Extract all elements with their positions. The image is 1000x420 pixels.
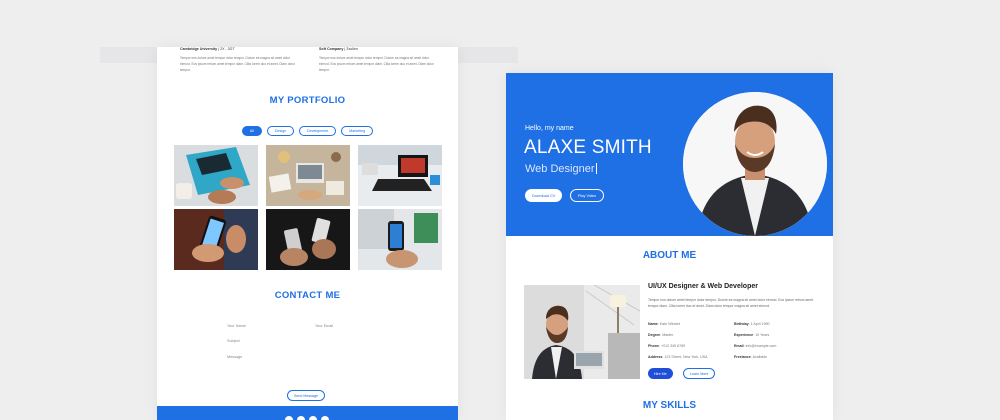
experience-item: Cambridge University | 2X - 3GT Tempor e… (180, 47, 300, 73)
portfolio-page-preview: Cambridge University | 2X - 3GT Tempor e… (157, 47, 458, 420)
hero-section: Hello, my name ALAXE SMITH Web Designer … (506, 73, 833, 236)
info-birthday: Birthday: 1 April 1990 (734, 322, 770, 326)
name-input[interactable]: Your Name (227, 324, 246, 328)
portfolio-title: MY PORTFOLIO (269, 95, 346, 106)
experience-dates: Zsollen (346, 47, 358, 51)
skills-title: MY SKILLS (642, 400, 697, 411)
hire-me-button[interactable]: Hire Me (648, 368, 673, 379)
footer-bar (157, 406, 458, 420)
portfolio-item[interactable] (174, 145, 258, 206)
play-video-button[interactable]: Play Video (570, 189, 605, 202)
hero-greeting: Hello, my name (525, 125, 574, 132)
experience-text: Tempor eos dolore amet tempor dolor temp… (180, 56, 295, 72)
filter-marketing[interactable]: Marketing (341, 126, 374, 136)
portfolio-item[interactable] (174, 209, 258, 270)
experience-text: Tempor eos dolore amet tempor dolor temp… (319, 56, 434, 72)
portfolio-item[interactable] (358, 145, 442, 206)
info-address: Address: 123 Street, New York, USA (648, 355, 708, 359)
message-input[interactable]: Message (227, 355, 242, 359)
info-experience: Experience: 10 Years (734, 333, 770, 337)
hero-name: ALAXE SMITH (524, 137, 652, 158)
about-role: UI/UX Designer & Web Developer (648, 283, 758, 290)
social-icon[interactable] (297, 416, 305, 420)
info-phone: Phone: +012 345 6789 (648, 344, 686, 348)
contact-title: CONTACT ME (274, 290, 341, 301)
experience-section: Cambridge University | 2X - 3GT Tempor e… (157, 47, 458, 77)
social-icon[interactable] (321, 416, 329, 420)
filter-all[interactable]: All (241, 126, 262, 136)
experience-dates: 2X - 3GT (220, 47, 235, 51)
portfolio-filters: All Design Development Marketing (157, 126, 458, 136)
download-cv-button[interactable]: Download CV (525, 189, 563, 202)
experience-org: Soft Company (319, 47, 344, 51)
filter-development[interactable]: Development (299, 126, 337, 136)
about-title: ABOUT ME (642, 250, 697, 261)
send-message-button[interactable]: Send Message (287, 390, 325, 401)
info-degree: Degree: Master (648, 333, 674, 337)
about-photo (524, 285, 640, 379)
home-page-preview: Hello, my name ALAXE SMITH Web Designer … (506, 73, 833, 420)
info-freelance: Freelance: Available (734, 355, 768, 359)
left-page-shadow-right (458, 47, 518, 63)
social-icons (285, 416, 329, 420)
info-name: Name: Kate Winslet (648, 322, 680, 326)
social-icon[interactable] (285, 416, 293, 420)
email-input[interactable]: Your Email (315, 324, 333, 328)
portfolio-item[interactable] (358, 209, 442, 270)
info-email: Email: info@example.com (734, 344, 777, 348)
left-page-shadow (100, 47, 157, 63)
portfolio-item[interactable] (266, 209, 350, 270)
profile-photo (683, 92, 827, 236)
hero-role: Web Designer (525, 163, 595, 175)
experience-item: Soft Company | Zsollen Tempor eos dolore… (319, 47, 439, 73)
filter-design[interactable]: Design (266, 126, 295, 136)
experience-org: Cambridge University (180, 47, 218, 51)
social-icon[interactable] (309, 416, 317, 420)
subject-input[interactable]: Subject (227, 339, 240, 343)
about-text: Tempor eos dolore amet tempor dolor temp… (648, 298, 814, 308)
learn-more-button[interactable]: Learn More (683, 368, 716, 379)
portfolio-grid (174, 145, 442, 270)
portfolio-item[interactable] (266, 145, 350, 206)
